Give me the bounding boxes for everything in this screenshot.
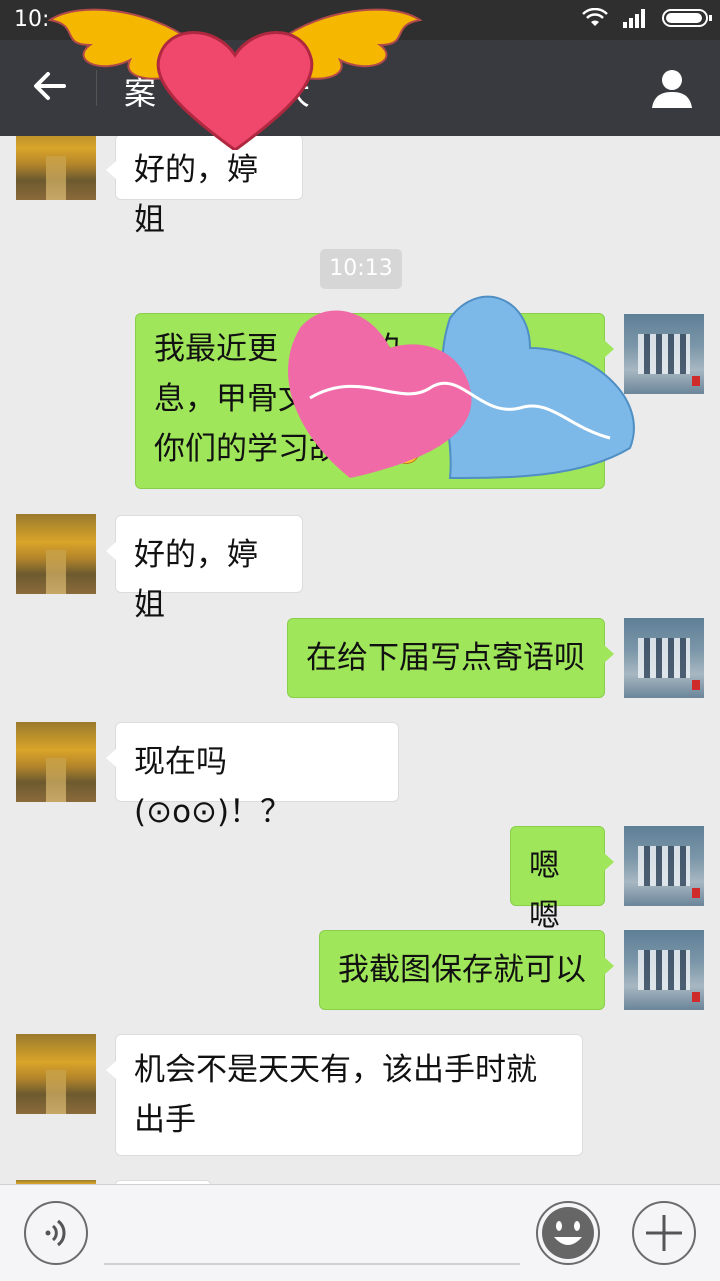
status-bar: 10: <box>0 0 720 40</box>
user-icon[interactable] <box>650 66 694 110</box>
message-bubble[interactable]: 我截图保存就可以 <box>319 930 614 1010</box>
message-bubble[interactable]: 现在吗(⊙o⊙)！？ <box>106 722 399 830</box>
back-arrow-icon[interactable] <box>30 66 70 106</box>
message-line: 我最近更 们的 <box>154 331 400 367</box>
voice-icon <box>45 1219 66 1247</box>
emoji-icon <box>542 1207 594 1259</box>
message-bubble[interactable]: 在给下届写点寄语呗 <box>287 618 614 698</box>
timestamp: 10:13 <box>320 249 402 289</box>
signal-icon <box>623 9 645 28</box>
message-input[interactable] <box>104 1263 520 1265</box>
avatar[interactable] <box>624 618 704 698</box>
message-line: 机会不是天天有，该出手时就 <box>134 1052 537 1088</box>
message-list[interactable]: 好的，婷姐 10:13 我最近更 们的 息，甲骨文 你们的学习故 ✊ 好的，婷姐 … <box>0 136 720 1184</box>
avatar[interactable] <box>16 514 96 594</box>
chat-header: 案 大 <box>0 40 720 136</box>
avatar[interactable] <box>16 136 96 200</box>
avatar[interactable] <box>624 314 704 394</box>
chat-title-tail: 大 <box>278 74 311 112</box>
message-bubble[interactable]: 嗯嗯 <box>510 826 614 934</box>
more-button[interactable] <box>632 1201 696 1265</box>
message-bubble[interactable]: 机会不是天天有，该出手时就 出手 <box>106 1034 583 1156</box>
avatar[interactable] <box>624 930 704 1010</box>
voice-button[interactable] <box>24 1201 88 1265</box>
status-icons <box>582 8 712 28</box>
message-bubble[interactable]: 好的，婷姐 <box>106 515 303 623</box>
thumbs-up-icon: ✊ <box>389 433 425 466</box>
message-line: 你们的学习故 ✊ <box>154 424 586 475</box>
plus-icon <box>646 1215 682 1251</box>
header-divider <box>96 70 97 106</box>
message-line: 息，甲骨文 <box>154 381 309 417</box>
input-bar <box>0 1184 720 1281</box>
chat-title: 案 <box>124 74 157 112</box>
message-bubble[interactable]: 我最近更 们的 息，甲骨文 你们的学习故 ✊ <box>135 313 614 489</box>
avatar[interactable] <box>624 826 704 906</box>
status-time: 10: <box>14 7 50 32</box>
avatar[interactable] <box>16 1034 96 1114</box>
battery-icon <box>662 9 712 27</box>
wifi-icon <box>582 8 608 26</box>
message-bubble[interactable]: 好的，婷姐 <box>106 136 303 238</box>
avatar[interactable] <box>16 722 96 802</box>
message-line: 出手 <box>134 1102 196 1138</box>
emoji-button[interactable] <box>536 1201 600 1265</box>
